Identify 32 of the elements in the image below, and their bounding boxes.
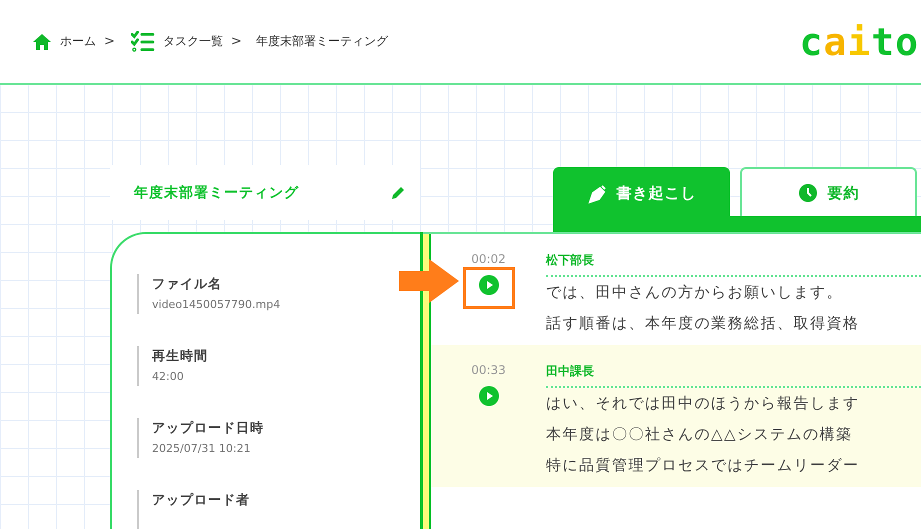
speaker-name: 田中課長 bbox=[546, 363, 921, 388]
info-label: ファイル名 bbox=[152, 276, 223, 294]
clock-icon bbox=[798, 183, 818, 203]
meeting-title: 年度末部署ミーティング bbox=[134, 184, 299, 202]
info-value: 2025/07/31 10:21 bbox=[152, 441, 252, 457]
breadcrumb-link[interactable]: 年度末部署ミーティング bbox=[256, 33, 388, 50]
home-icon bbox=[32, 32, 52, 50]
breadcrumb-link[interactable]: ホーム bbox=[60, 33, 96, 50]
highlight-frame bbox=[462, 267, 514, 309]
transcript-line: 本年度は〇〇社さんの△△システムの構築 bbox=[546, 424, 854, 445]
checklist-icon bbox=[130, 30, 155, 52]
play-icon[interactable] bbox=[478, 275, 498, 295]
breadcrumb-separator: > bbox=[230, 34, 242, 49]
transcript-line: 特に品質管理プロセスではチームリーダー bbox=[546, 455, 860, 476]
speaker-name: 松下部長 bbox=[546, 252, 921, 277]
timestamp: 00:02 bbox=[471, 252, 506, 266]
info-value: 42:00 bbox=[152, 369, 185, 385]
transcript-line: はい、それでは田中のほうから報告します bbox=[546, 393, 860, 414]
breadcrumb-separator: > bbox=[104, 34, 115, 49]
info-label: アップロード者 bbox=[152, 492, 251, 510]
breadcrumb-link[interactable]: タスク一覧 bbox=[162, 33, 223, 50]
pen-nib-icon bbox=[586, 184, 606, 204]
pointer-arrow bbox=[398, 259, 458, 303]
info-label: アップロード日時 bbox=[152, 420, 265, 438]
play-icon[interactable] bbox=[478, 386, 498, 406]
info-label: 再生時間 bbox=[152, 348, 209, 366]
logo: caito bbox=[800, 20, 919, 64]
transcript-line: 話す順番は、本年度の業務総括、取得資格 bbox=[546, 313, 860, 334]
timestamp: 00:33 bbox=[471, 363, 506, 377]
info-value: video1450057790.mp4 bbox=[152, 297, 282, 313]
edit-icon[interactable] bbox=[390, 184, 406, 200]
transcript-line: では、田中さんの方からお願いします。 bbox=[546, 282, 844, 303]
